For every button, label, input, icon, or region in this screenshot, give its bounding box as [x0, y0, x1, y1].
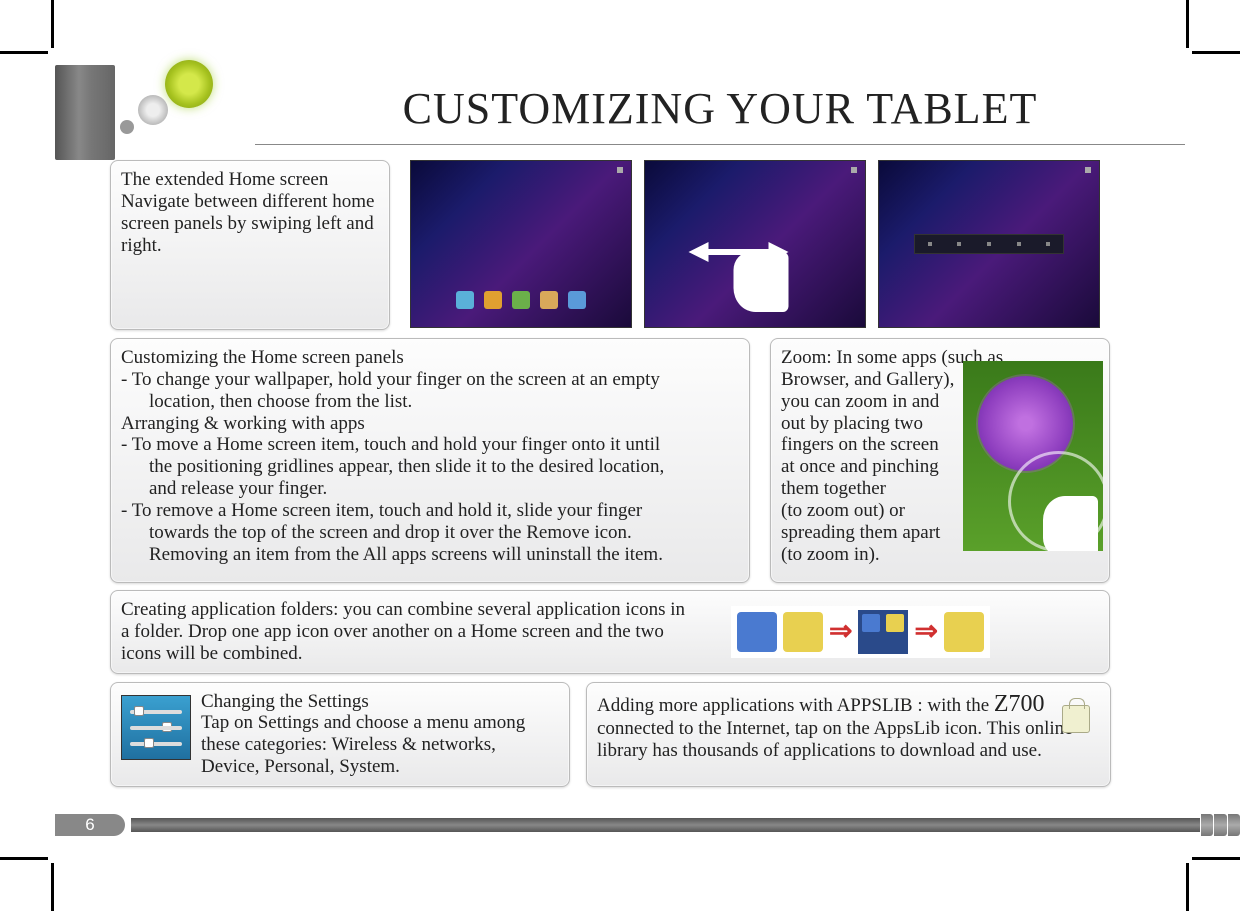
zoom-line10: (to zoom in).: [781, 544, 951, 566]
crop-mark: [0, 51, 48, 54]
zoom-line4: out by placing two: [781, 413, 951, 435]
crop-mark: [1186, 0, 1189, 48]
header-side-bar-graphic: [55, 65, 115, 160]
footer-bar-graphic: [131, 818, 1200, 832]
box-folders: Creating application folders: you can co…: [110, 590, 1110, 674]
folders-text: Creating application folders: you can co…: [121, 599, 691, 665]
crop-mark: [0, 857, 48, 860]
swipe-gesture-icon: [724, 227, 814, 317]
appslib-body: connected to the Internet, tap on the Ap…: [597, 718, 1073, 761]
footer-tabs-graphic: [1200, 814, 1240, 836]
gear-icon-large: [165, 60, 213, 108]
zoom-line5: fingers on the screen: [781, 434, 951, 456]
gear-icon-small: [138, 95, 168, 125]
arrow-right-icon: ⇒: [914, 616, 937, 648]
home-screen-screenshots: [410, 160, 1100, 330]
appslib-lead: Adding more applications with APPSLIB : …: [597, 695, 994, 716]
zoom-line9: spreading them apart: [781, 522, 951, 544]
page-header: CUSTOMIZING YOUR TABLET: [55, 65, 1185, 160]
gear-icon-tiny: [120, 120, 134, 134]
folder-final-icon: [944, 612, 984, 652]
box-settings: Changing the Settings Tap on Settings an…: [110, 682, 570, 787]
zoom-line6: at once and pinching: [781, 456, 951, 478]
customizing-move-cont2: and release your finger.: [121, 478, 739, 500]
screenshot-home-default: [410, 160, 632, 328]
page-title: CUSTOMIZING YOUR TABLET: [255, 83, 1185, 145]
page-footer: 6: [55, 814, 1240, 836]
pinch-gesture-icon: [1043, 496, 1098, 551]
row-extended-home: The extended Home screen Navigate betwee…: [110, 160, 1185, 330]
settings-heading: Changing the Settings: [201, 691, 559, 713]
arrow-right-icon: ⇒: [829, 616, 852, 648]
row-folders: Creating application folders: you can co…: [110, 590, 1185, 674]
content-area: The extended Home screen Navigate betwee…: [55, 160, 1185, 787]
customizing-remove: - To remove a Home screen item, touch an…: [121, 500, 739, 522]
page-number: 6: [55, 814, 125, 836]
settings-icon: [121, 695, 191, 760]
customizing-wallpaper: - To change your wallpaper, hold your fi…: [121, 369, 739, 391]
customizing-wallpaper-cont: location, then choose from the list.: [121, 391, 739, 413]
crop-mark: [1192, 857, 1240, 860]
zoom-line7: them together: [781, 478, 951, 500]
crop-mark: [51, 863, 54, 911]
row-customizing-zoom: Customizing the Home screen panels - To …: [110, 338, 1185, 583]
crop-mark: [1186, 863, 1189, 911]
gear-decoration: [110, 60, 260, 155]
box-customizing-home: Customizing the Home screen panels - To …: [110, 338, 750, 583]
customizing-move: - To move a Home screen item, touch and …: [121, 434, 739, 456]
device-model: Z700: [994, 691, 1045, 717]
box-extended-home: The extended Home screen Navigate betwee…: [110, 160, 390, 330]
zoom-line8: (to zoom out) or: [781, 500, 951, 522]
row-settings-appslib: Changing the Settings Tap on Settings an…: [110, 682, 1185, 787]
folder-creation-diagram: ⇒ ⇒: [731, 606, 990, 658]
extended-home-heading: The extended Home screen: [121, 169, 379, 191]
screenshot-home-widget: [878, 160, 1100, 328]
settings-body: Tap on Settings and choose a menu among …: [201, 712, 559, 778]
crop-mark: [1192, 51, 1240, 54]
box-appslib: Adding more applications with APPSLIB : …: [586, 682, 1111, 787]
customizing-move-cont1: the positioning gridlines appear, then s…: [121, 456, 739, 478]
customizing-heading: Customizing the Home screen panels: [121, 347, 739, 369]
customizing-remove-cont1: towards the top of the screen and drop i…: [121, 522, 739, 544]
screenshot-home-swipe: [644, 160, 866, 328]
page-content: CUSTOMIZING YOUR TABLET The extended Hom…: [55, 65, 1185, 787]
arranging-heading: Arranging & working with apps: [121, 413, 739, 435]
crop-mark: [51, 0, 54, 48]
folder-combined-icon: [858, 610, 908, 654]
zoom-line3: you can zoom in and: [781, 391, 951, 413]
extended-home-body: Navigate between different home screen p…: [121, 191, 379, 257]
appslib-icon: [1062, 705, 1090, 733]
customizing-remove-cont2: Removing an item from the All apps scree…: [121, 544, 739, 566]
app-icon: [783, 612, 823, 652]
zoom-example-image: [963, 361, 1103, 551]
box-zoom: Zoom: In some apps (such as Browser, and…: [770, 338, 1110, 583]
app-icon: [737, 612, 777, 652]
